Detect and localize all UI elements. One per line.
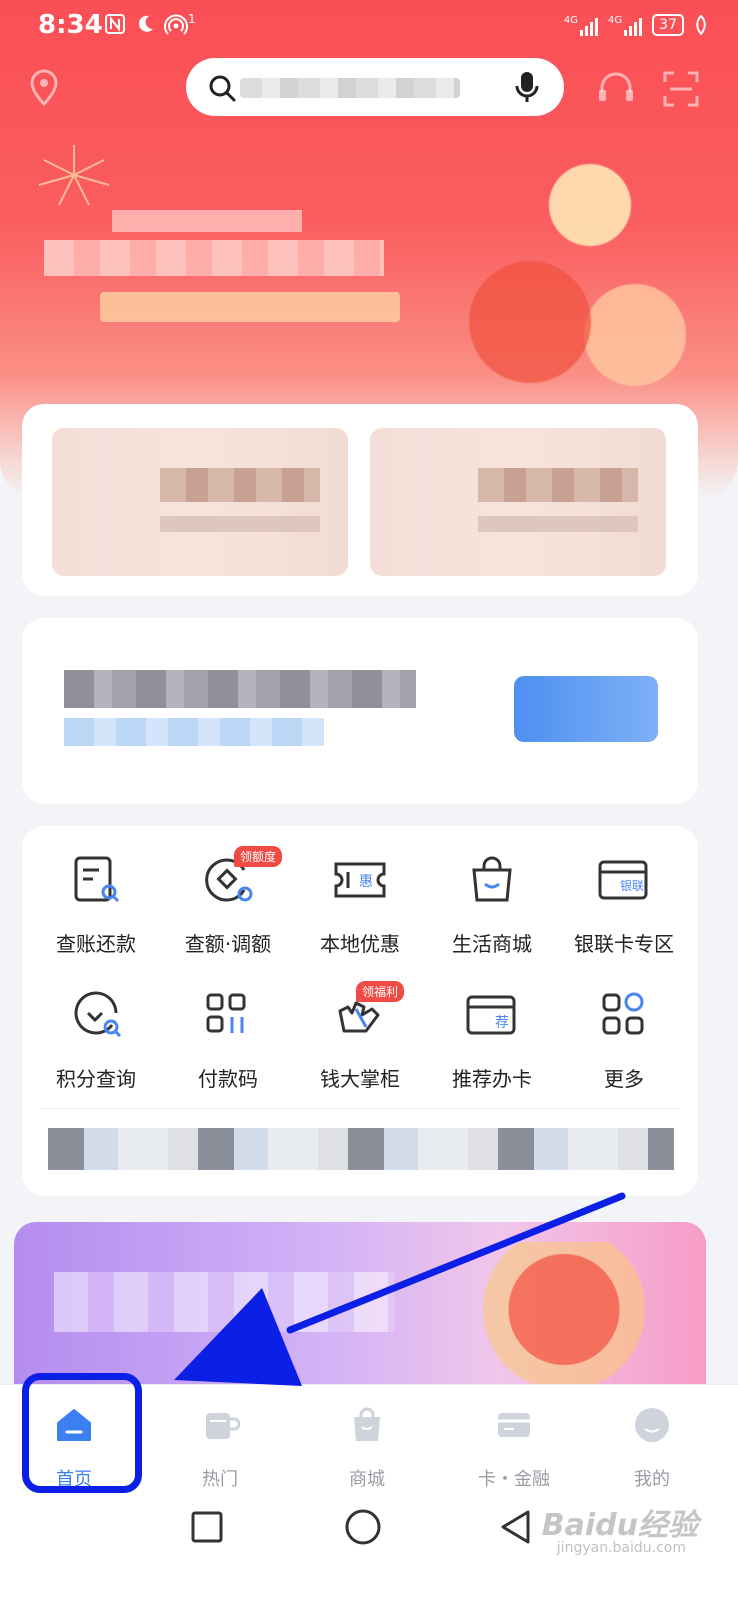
signal-1-icon <box>580 16 599 36</box>
quick-menu-card: 查账还款 领额度 查额·调额 惠 本地优惠 生活商城 银联 银联卡专区 积分查询… <box>22 826 698 1196</box>
card-icon <box>498 1413 530 1437</box>
moon-icon <box>138 15 153 32</box>
payment-code-icon <box>206 993 246 1033</box>
status-time: 8:34 <box>38 10 103 40</box>
home-button[interactable] <box>344 1508 382 1546</box>
tab-hot-label: 热门 <box>202 1469 238 1490</box>
menu-item-quota[interactable]: 领额度 查额·调额 <box>162 846 294 957</box>
menu-item-payment-code[interactable]: 付款码 <box>162 985 294 1092</box>
profile-icon <box>635 1408 669 1442</box>
unionpay-glyph: 银联 <box>620 879 644 893</box>
menu-item-wealth-manager[interactable]: 领福利 钱大掌柜 <box>294 981 426 1092</box>
location-pin-icon[interactable] <box>26 68 62 108</box>
promo-tile-left[interactable] <box>52 428 348 576</box>
quota-tag-badge: 领额度 <box>234 846 283 867</box>
menu-label: 查账还款 <box>56 932 136 956</box>
banner-text-blurred <box>54 1272 394 1332</box>
bill-search-icon <box>74 856 120 903</box>
menu-divider <box>42 1108 678 1109</box>
search-icon <box>209 75 236 102</box>
unionpay-card-icon: 银联 <box>598 860 648 900</box>
banner-illustration <box>454 1242 674 1392</box>
signal-2-icon <box>624 16 643 36</box>
info-title-blurred <box>64 670 416 708</box>
menu-label: 生活商城 <box>452 932 532 956</box>
tab-card-finance[interactable]: 卡・金融 <box>440 1385 588 1493</box>
menu-label: 付款码 <box>198 1067 258 1091</box>
menu-label: 积分查询 <box>56 1067 136 1091</box>
status-bar: 8:34 1 4G 4G 37 <box>0 0 738 54</box>
promo-card <box>22 404 698 596</box>
tab-card-finance-label: 卡・金融 <box>478 1469 550 1490</box>
wealth-tag-badge: 领福利 <box>356 981 405 1002</box>
search-bar[interactable] <box>186 58 564 116</box>
tab-mine-label: 我的 <box>634 1469 670 1490</box>
annotation-highlight-box <box>22 1373 142 1493</box>
promo-right-title-blurred <box>478 468 638 502</box>
menu-item-bill-repay[interactable]: 查账还款 <box>30 850 162 957</box>
battery-icon: 37 <box>652 14 684 36</box>
hero-title-blurred <box>112 210 302 232</box>
network-1-label: 4G <box>563 14 579 26</box>
hero-illustration <box>410 140 710 400</box>
nfc-icon <box>105 14 125 34</box>
menu-item-more[interactable]: 更多 <box>558 985 690 1092</box>
status-left-icons: 1 <box>104 12 196 35</box>
local-coupon-icon: 惠 <box>334 862 386 898</box>
menu-item-recommend-card[interactable]: 荐 推荐办卡 <box>426 985 558 1092</box>
search-placeholder-blurred <box>240 78 460 98</box>
recommend-glyph: 荐 <box>495 1015 509 1031</box>
info-subtitle-blurred <box>64 718 324 746</box>
menu-item-unionpay[interactable]: 银联 银联卡专区 <box>558 850 690 957</box>
promo-left-title-blurred <box>160 468 320 502</box>
hero-headline-blurred <box>44 240 384 276</box>
hotspot-count: 1 <box>188 12 196 26</box>
menu-label: 钱大掌柜 <box>320 1067 400 1091</box>
promo-left-subtitle-blurred <box>160 516 320 532</box>
hotspot-icon <box>164 14 188 35</box>
tab-mall[interactable]: 商城 <box>293 1385 441 1493</box>
menu-item-local-offers[interactable]: 惠 本地优惠 <box>294 850 426 957</box>
notice-bar-blurred[interactable] <box>48 1128 674 1170</box>
leaf-icon <box>696 15 706 35</box>
points-query-icon <box>74 991 122 1038</box>
microphone-icon[interactable] <box>514 70 540 104</box>
menu-label: 推荐办卡 <box>452 1067 532 1091</box>
status-right-icons: 4G 4G 37 <box>564 14 708 36</box>
watermark-url: jingyan.baidu.com <box>556 1540 686 1556</box>
customer-service-icon[interactable] <box>596 70 636 108</box>
more-grid-icon <box>602 992 644 1035</box>
promo-tile-right[interactable] <box>370 428 666 576</box>
menu-item-points[interactable]: 积分查询 <box>30 985 162 1092</box>
quick-menu-grid: 查账还款 领额度 查额·调额 惠 本地优惠 生活商城 银联 银联卡专区 积分查询… <box>30 846 690 1092</box>
hero-subtitle-blurred <box>100 292 400 322</box>
bag-icon <box>354 1407 380 1441</box>
network-2-label: 4G <box>608 14 623 26</box>
tab-hot[interactable]: 热门 <box>146 1385 294 1493</box>
info-action-button[interactable] <box>514 676 658 742</box>
account-info-card[interactable] <box>22 618 698 804</box>
firework-decoration-icon <box>38 145 110 206</box>
recents-button[interactable] <box>190 1510 224 1544</box>
menu-label: 本地优惠 <box>320 932 400 956</box>
recommend-card-icon: 荐 <box>466 995 516 1035</box>
menu-label: 更多 <box>604 1067 644 1091</box>
cup-icon <box>206 1413 240 1439</box>
menu-item-life-mall[interactable]: 生活商城 <box>426 850 558 957</box>
menu-label: 查额·调额 <box>184 932 272 956</box>
scan-icon[interactable] <box>662 70 700 108</box>
tab-mine[interactable]: 我的 <box>578 1385 726 1493</box>
back-button[interactable] <box>498 1508 534 1546</box>
tab-mall-label: 商城 <box>349 1469 385 1490</box>
promo-right-subtitle-blurred <box>478 516 638 532</box>
local-coupon-glyph: 惠 <box>359 874 373 890</box>
shopping-bag-icon <box>472 856 512 902</box>
watermark: Baidu经验 <box>541 1508 698 1543</box>
menu-label: 银联卡专区 <box>574 932 674 956</box>
